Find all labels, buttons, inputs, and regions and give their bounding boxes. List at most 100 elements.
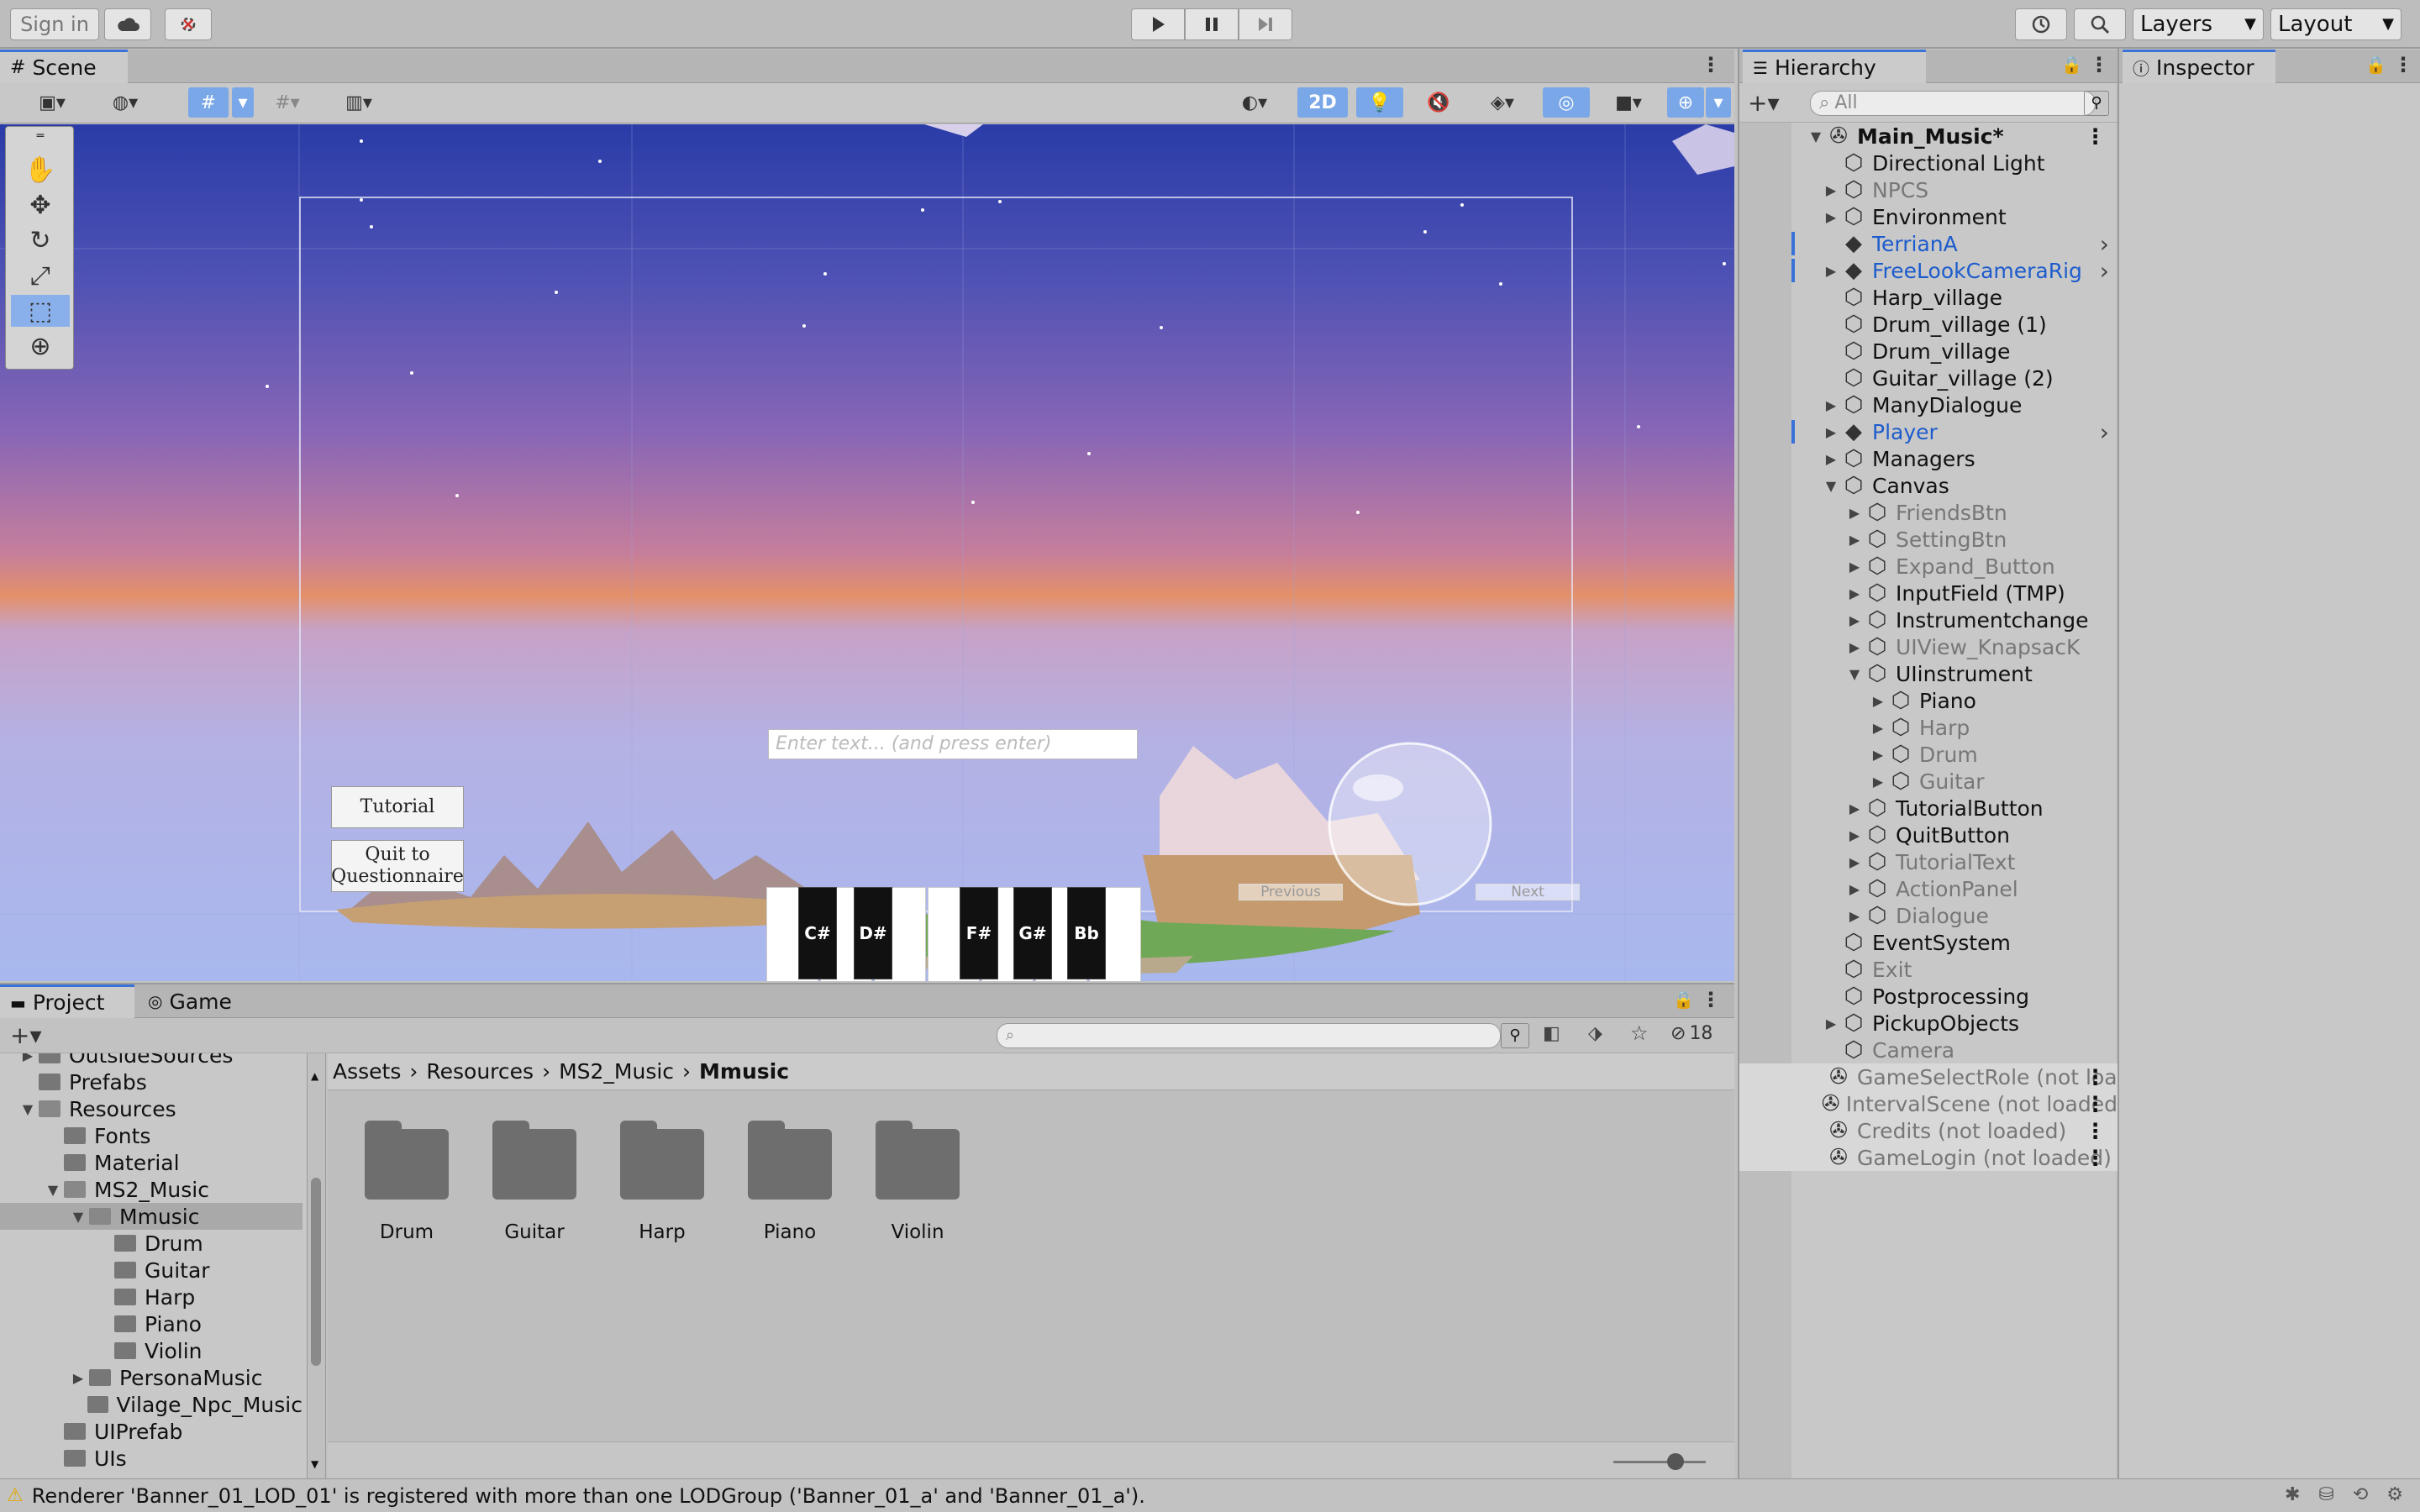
hierarchy-row[interactable]: ✇ IntervalScene (not loaded ⋮ xyxy=(1739,1090,2118,1117)
effects-icon[interactable]: ◈▾ xyxy=(1470,87,1534,118)
scroll-down-icon[interactable]: ▼ xyxy=(311,1458,318,1470)
transform-tool-icon[interactable]: ⊕ xyxy=(11,330,70,362)
folder-tree-item[interactable]: Fonts xyxy=(0,1122,302,1149)
piano-key-c-sharp[interactable]: C# xyxy=(798,887,837,979)
expand-right-icon[interactable]: ▶ xyxy=(1845,881,1864,897)
folder-tree-item[interactable]: ▼ Resources xyxy=(0,1095,302,1122)
hierarchy-row[interactable]: ▶ ⬡ Harp xyxy=(1739,714,2118,741)
globe-icon[interactable]: ◍▾ xyxy=(96,87,155,118)
hierarchy-row[interactable]: ▶ ⬡ TutorialButton xyxy=(1739,795,2118,822)
snap-grid-icon[interactable]: # xyxy=(188,87,229,118)
hierarchy-row[interactable]: ▶ ⬡ SettingBtn xyxy=(1739,526,2118,553)
slider-thumb[interactable] xyxy=(1667,1453,1684,1470)
hierarchy-row[interactable]: ▶ ⬡ Managers xyxy=(1739,445,2118,472)
rect-tool-icon[interactable]: ⬚ xyxy=(11,295,70,327)
chevron-down-icon[interactable]: ▾ xyxy=(1706,87,1731,118)
auto-refresh-icon[interactable]: ⟲ xyxy=(2353,1484,2368,1505)
layers-dropdown[interactable]: Layers ▼ xyxy=(2133,8,2264,40)
hierarchy-row[interactable]: ▶ ⬡ UIView_KnapsacK xyxy=(1739,633,2118,660)
expand-down-icon[interactable]: ▼ xyxy=(1807,129,1825,144)
asset-folder-violin[interactable]: Violin xyxy=(876,1121,960,1243)
piano-key-f-sharp[interactable]: F# xyxy=(960,887,998,979)
asset-folder-guitar[interactable]: Guitar xyxy=(492,1121,576,1243)
chevron-down-icon[interactable]: ▾ xyxy=(232,87,254,118)
expand-right-icon[interactable]: ▶ xyxy=(1845,827,1864,843)
folder-tree-item[interactable]: UIs xyxy=(0,1445,302,1472)
hierarchy-row[interactable]: ▶ ⬡ Expand_Button xyxy=(1739,553,2118,580)
hierarchy-row[interactable]: ⬡ Camera xyxy=(1739,1037,2118,1063)
cache-server-icon[interactable]: ⛁ xyxy=(2318,1484,2333,1505)
breadcrumb-resources[interactable]: Resources xyxy=(426,1059,534,1084)
hierarchy-row[interactable]: ▶ ⬡ NPCS xyxy=(1739,176,2118,203)
audio-mute-icon[interactable]: 🔇 xyxy=(1415,87,1462,118)
hierarchy-row[interactable]: ⬡ Postprocessing xyxy=(1739,983,2118,1010)
folder-tree-item[interactable]: Vilage_Npc_Music xyxy=(0,1391,302,1418)
expand-right-icon[interactable]: ▶ xyxy=(1869,693,1887,709)
search-options-icon[interactable]: ⚲ xyxy=(1501,1023,1529,1048)
folder-tree-item[interactable]: ▼ MS2_Music xyxy=(0,1176,302,1203)
label-icon[interactable]: ⬗ xyxy=(1588,1023,1602,1044)
favorite-star-icon[interactable]: ☆ xyxy=(1630,1021,1649,1045)
hierarchy-row[interactable]: ✇ Credits (not loaded) ⋮ xyxy=(1739,1117,2118,1144)
hierarchy-search-input[interactable]: ⌕ All xyxy=(1810,91,2096,116)
expand-right-icon[interactable]: ▶ xyxy=(1822,424,1840,440)
draw-mode-icon[interactable]: ▣▾ xyxy=(30,87,74,118)
folder-tree-item[interactable]: Piano xyxy=(0,1310,302,1337)
hierarchy-row[interactable]: ✇ GameSelectRole (not loa ⋮ xyxy=(1739,1063,2118,1090)
gizmos-icon[interactable]: ⊕ xyxy=(1667,87,1704,118)
scroll-thumb[interactable] xyxy=(311,1178,321,1366)
kebab-menu-icon[interactable]: ⋮ xyxy=(2393,53,2413,76)
hand-tool-icon[interactable]: ✋ xyxy=(11,154,70,186)
hierarchy-row[interactable]: ▶ ⬡ Dialogue xyxy=(1739,902,2118,929)
expand-right-icon[interactable]: ▶ xyxy=(67,1370,89,1386)
asset-folder-piano[interactable]: Piano xyxy=(748,1121,832,1243)
bug-icon[interactable]: ✱ xyxy=(2285,1484,2300,1505)
kebab-menu-icon[interactable]: ⋮ xyxy=(1701,53,1721,76)
hierarchy-row[interactable]: ▶ ⬡ Instrumentchange xyxy=(1739,606,2118,633)
expand-right-icon[interactable]: ▶ xyxy=(1822,1016,1840,1032)
expand-right-icon[interactable]: ▶ xyxy=(1822,451,1840,467)
search-options-icon[interactable]: ⚲ xyxy=(2084,91,2109,116)
hierarchy-row[interactable]: ▼ ⬡ UIinstrument xyxy=(1739,660,2118,687)
expand-down-icon[interactable]: ▼ xyxy=(42,1182,64,1198)
hierarchy-row[interactable]: ▶ ⬡ ActionPanel xyxy=(1739,875,2118,902)
scene-view[interactable]: ═ ✋ ✥ ↻ ⤢ ⬚ ⊕ Tutorial Quit to Questionn… xyxy=(0,124,1734,981)
hierarchy-row[interactable]: ▶ ⬡ Environment xyxy=(1739,203,2118,230)
chevron-right-icon[interactable]: › xyxy=(2100,257,2109,284)
kebab-menu-icon[interactable]: ⋮ xyxy=(1701,988,1721,1011)
expand-right-icon[interactable]: ▶ xyxy=(1845,801,1864,816)
expand-right-icon[interactable]: ▶ xyxy=(1845,559,1864,575)
expand-right-icon[interactable]: ▶ xyxy=(1869,747,1887,763)
toggle-2d-button[interactable]: 2D xyxy=(1297,87,1348,118)
collab-icon[interactable] xyxy=(165,8,212,40)
expand-down-icon[interactable]: ▼ xyxy=(17,1101,39,1117)
folder-tree-item[interactable]: ▶ PersonaMusic xyxy=(0,1364,302,1391)
expand-right-icon[interactable]: ▶ xyxy=(1845,612,1864,628)
breadcrumb-ms2-music[interactable]: MS2_Music xyxy=(559,1059,674,1084)
expand-right-icon[interactable]: ▶ xyxy=(1845,532,1864,548)
expand-right-icon[interactable]: ▶ xyxy=(1869,774,1887,790)
kebab-menu-icon[interactable]: ⋮ xyxy=(2089,53,2109,76)
hierarchy-row[interactable]: ⬡ Drum_village xyxy=(1739,338,2118,365)
expand-right-icon[interactable]: ▶ xyxy=(1822,397,1840,413)
ruler-icon[interactable]: ▥▾ xyxy=(329,87,388,118)
hierarchy-row[interactable]: ▼ ✇ Main_Music* ⋮ xyxy=(1739,123,2118,150)
expand-right-icon[interactable]: ▶ xyxy=(1845,908,1864,924)
camera-icon[interactable]: ■▾ xyxy=(1597,87,1660,118)
folder-tree-item[interactable]: Guitar xyxy=(0,1257,302,1284)
chevron-right-icon[interactable]: › xyxy=(2100,230,2109,257)
expand-right-icon[interactable]: ▶ xyxy=(1845,505,1864,521)
move-tool-icon[interactable]: ✥ xyxy=(11,189,70,221)
status-bar[interactable]: ⚠ Renderer 'Banner_01_LOD_01' is registe… xyxy=(0,1478,2420,1512)
hierarchy-row[interactable]: ▶ ◆ FreeLookCameraRig › xyxy=(1739,257,2118,284)
palette-handle[interactable]: ═ xyxy=(11,129,70,143)
folder-tree-item[interactable]: Violin xyxy=(0,1337,302,1364)
kebab-menu-icon[interactable]: ⋮ xyxy=(2085,1146,2106,1170)
tab-inspector[interactable]: ⓘ Inspector xyxy=(2123,50,2275,83)
history-icon[interactable] xyxy=(2015,8,2067,40)
hierarchy-row[interactable]: ▶ ⬡ Guitar xyxy=(1739,768,2118,795)
expand-right-icon[interactable]: ▶ xyxy=(1845,639,1864,655)
sign-in-button[interactable]: Sign in xyxy=(10,8,99,40)
hierarchy-row[interactable]: ⬡ Directional Light xyxy=(1739,150,2118,176)
hierarchy-row[interactable]: ⬡ Exit xyxy=(1739,956,2118,983)
